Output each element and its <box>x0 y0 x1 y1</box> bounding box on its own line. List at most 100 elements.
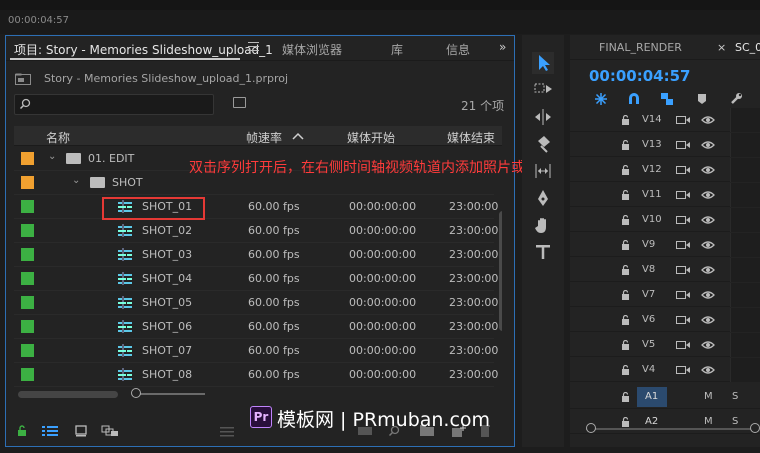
track-lock-icon[interactable] <box>621 215 630 225</box>
video-track-header[interactable]: V6 <box>570 308 760 332</box>
selection-tool[interactable] <box>532 52 554 74</box>
video-track-header[interactable]: V14 <box>570 108 760 132</box>
chevron-down-icon[interactable]: ⌄ <box>72 175 80 186</box>
mute-button[interactable]: M <box>704 391 713 402</box>
eye-icon[interactable] <box>701 365 715 375</box>
column-media-start[interactable]: 媒体开始 <box>347 129 395 146</box>
eye-icon[interactable] <box>701 240 715 250</box>
toggle-sync-lock-icon[interactable] <box>676 315 690 325</box>
label-color-chip[interactable] <box>21 248 34 261</box>
table-row[interactable]: SHOT_02 60.00 fps 00:00:00:00 23:00:00 <box>14 219 498 243</box>
column-media-end[interactable]: 媒体结束 <box>447 129 495 146</box>
mute-button[interactable]: M <box>704 416 713 427</box>
track-content[interactable] <box>730 308 760 332</box>
ripple-edit-tool[interactable] <box>532 106 554 128</box>
video-track-header[interactable]: V4 <box>570 358 760 382</box>
zoom-slider-knob[interactable] <box>131 388 141 398</box>
toggle-sync-lock-icon[interactable] <box>676 190 690 200</box>
tab-info[interactable]: 信息 <box>446 41 470 58</box>
track-content[interactable] <box>730 133 760 157</box>
video-track-header[interactable]: V7 <box>570 283 760 307</box>
eye-icon[interactable] <box>701 140 715 150</box>
tab-final-render[interactable]: FINAL_RENDER <box>599 41 682 54</box>
track-lock-icon[interactable] <box>621 392 630 402</box>
track-lock-icon[interactable] <box>621 190 630 200</box>
label-color-chip[interactable] <box>21 368 34 381</box>
monitor-scrubber[interactable] <box>0 0 760 10</box>
label-color-chip[interactable] <box>21 272 34 285</box>
horizontal-scrollbar[interactable] <box>18 391 118 398</box>
track-lock-icon[interactable] <box>621 140 630 150</box>
video-track-header[interactable]: V10 <box>570 208 760 232</box>
track-lock-icon[interactable] <box>621 240 630 250</box>
panel-menu-icon[interactable] <box>248 42 259 52</box>
eye-icon[interactable] <box>701 165 715 175</box>
track-content[interactable] <box>730 358 760 382</box>
toggle-sync-lock-icon[interactable] <box>676 340 690 350</box>
solo-button[interactable]: S <box>732 391 738 402</box>
nest-icon[interactable] <box>594 92 608 106</box>
linked-selection-icon[interactable] <box>660 92 674 106</box>
eye-icon[interactable] <box>701 190 715 200</box>
toggle-sync-lock-icon[interactable] <box>676 365 690 375</box>
toggle-sync-lock-icon[interactable] <box>676 215 690 225</box>
track-lock-icon[interactable] <box>621 315 630 325</box>
track-content[interactable] <box>730 208 760 232</box>
new-search-bin-icon[interactable] <box>233 97 246 108</box>
track-content[interactable] <box>730 333 760 357</box>
freeform-view-icon[interactable] <box>101 425 119 437</box>
timeline-zoom-left-knob[interactable] <box>586 423 596 433</box>
toggle-sync-lock-icon[interactable] <box>676 140 690 150</box>
timeline-zoom-bar[interactable] <box>586 428 756 430</box>
video-track-header[interactable]: V5 <box>570 333 760 357</box>
timeline-zoom-right-knob[interactable] <box>750 423 760 433</box>
table-row[interactable]: SHOT_08 60.00 fps 00:00:00:00 23:00:00 <box>14 363 498 387</box>
track-lock-icon[interactable] <box>621 115 630 125</box>
sort-icons-icon[interactable] <box>220 425 234 437</box>
wrench-icon[interactable] <box>729 92 743 106</box>
eye-icon[interactable] <box>701 115 715 125</box>
slip-tool[interactable] <box>532 160 554 182</box>
timeline-timecode[interactable]: 00:00:04:57 <box>589 67 691 85</box>
vertical-scrollbar[interactable] <box>499 211 502 331</box>
tab-media-browser[interactable]: 媒体浏览器 <box>282 41 342 58</box>
chevron-down-icon[interactable]: ⌄ <box>48 151 56 162</box>
add-marker-icon[interactable] <box>696 92 708 106</box>
video-track-header[interactable]: V8 <box>570 258 760 282</box>
eye-icon[interactable] <box>701 340 715 350</box>
video-track-header[interactable]: V9 <box>570 233 760 257</box>
more-tabs-icon[interactable]: » <box>499 40 506 54</box>
track-content[interactable] <box>730 108 760 132</box>
audio-track-header[interactable]: A2 M S <box>570 410 760 434</box>
list-view-icon[interactable] <box>42 425 58 437</box>
eye-icon[interactable] <box>701 215 715 225</box>
track-lock-icon[interactable] <box>621 365 630 375</box>
table-row[interactable]: SHOT_05 60.00 fps 00:00:00:00 23:00:00 <box>14 291 498 315</box>
toggle-sync-lock-icon[interactable] <box>676 165 690 175</box>
icon-view-icon[interactable] <box>75 425 87 437</box>
track-lock-icon[interactable] <box>621 290 630 300</box>
sort-asc-icon[interactable] <box>292 132 304 140</box>
label-color-chip[interactable] <box>21 200 34 213</box>
eye-icon[interactable] <box>701 315 715 325</box>
table-row[interactable]: SHOT_04 60.00 fps 00:00:00:00 23:00:00 <box>14 267 498 291</box>
track-select-tool[interactable] <box>532 79 554 101</box>
label-color-chip[interactable] <box>21 152 34 165</box>
solo-button[interactable]: S <box>732 416 738 427</box>
track-lock-icon[interactable] <box>621 265 630 275</box>
eye-icon[interactable] <box>701 290 715 300</box>
column-name[interactable]: 名称 <box>46 129 70 146</box>
label-color-chip[interactable] <box>21 224 34 237</box>
toggle-sync-lock-icon[interactable] <box>676 290 690 300</box>
zoom-slider-track[interactable] <box>137 393 205 395</box>
track-content[interactable] <box>730 158 760 182</box>
video-track-header[interactable]: V13 <box>570 133 760 157</box>
label-color-chip[interactable] <box>21 320 34 333</box>
toggle-sync-lock-icon[interactable] <box>676 240 690 250</box>
snap-magnet-icon[interactable] <box>627 92 641 106</box>
track-content[interactable] <box>730 183 760 207</box>
toggle-sync-lock-icon[interactable] <box>676 115 690 125</box>
track-content[interactable] <box>730 233 760 257</box>
eye-icon[interactable] <box>701 265 715 275</box>
video-track-header[interactable]: V12 <box>570 158 760 182</box>
